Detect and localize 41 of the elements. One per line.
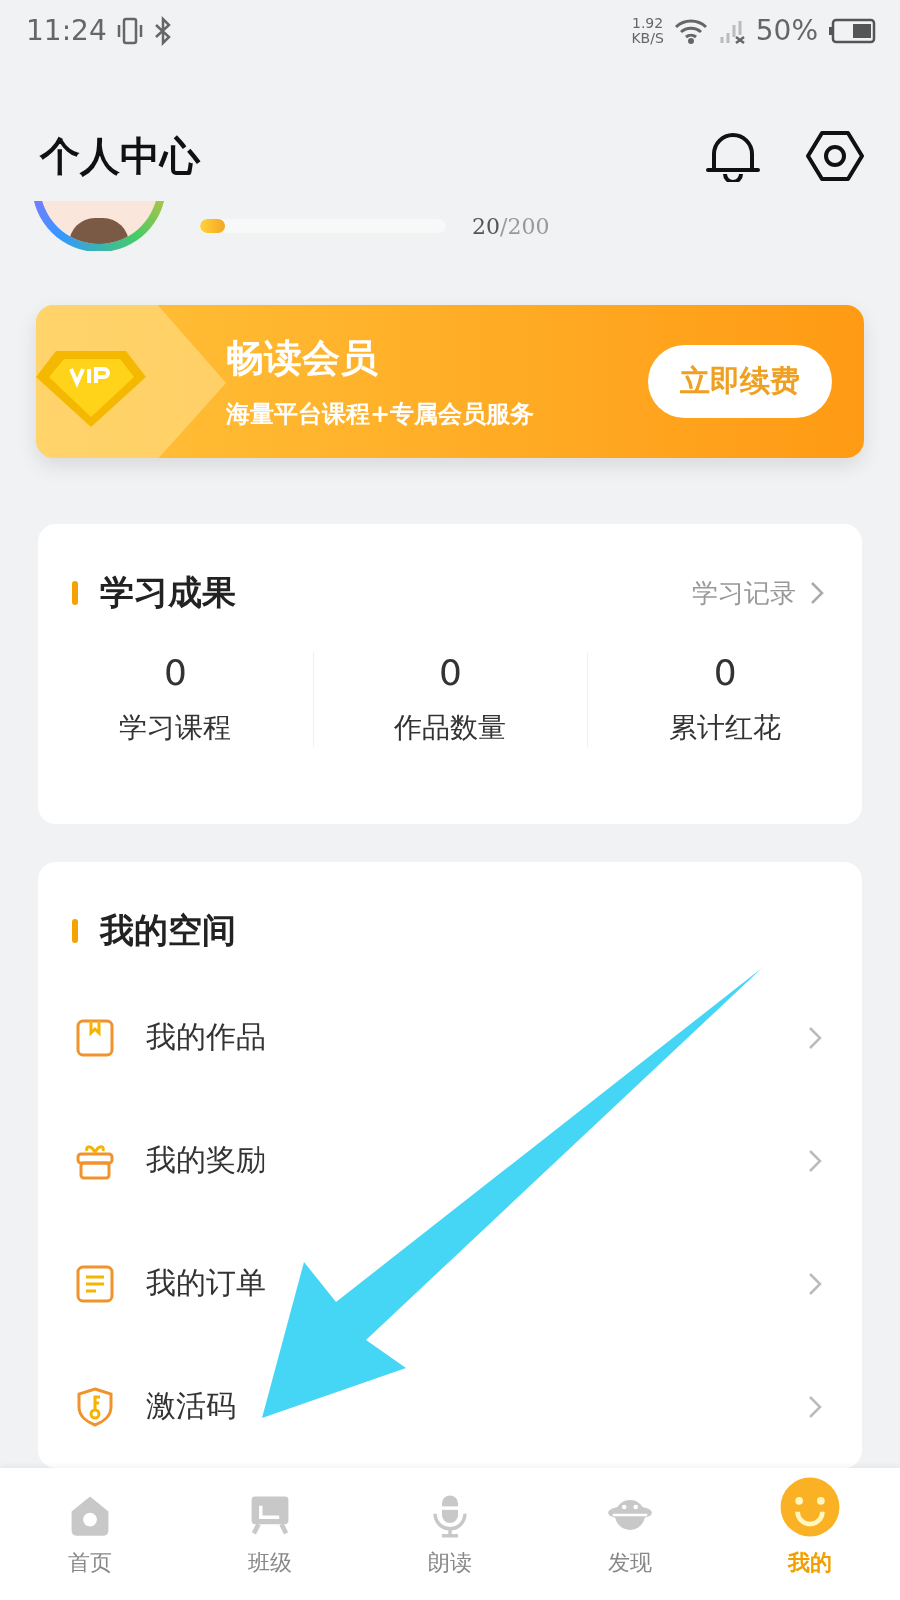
section-marker bbox=[72, 581, 78, 606]
smile-icon bbox=[779, 1476, 841, 1538]
stat-label: 作品数量 bbox=[394, 710, 507, 747]
stat-label: 累计红花 bbox=[669, 710, 782, 747]
status-time: 11:24 bbox=[26, 14, 107, 48]
nav-tab[interactable]: 班级 bbox=[180, 1468, 360, 1600]
chevron-icon bbox=[808, 1271, 822, 1296]
study-record-link[interactable]: 学习记录 bbox=[692, 575, 824, 611]
speed-unit: KB/S bbox=[631, 30, 664, 46]
nav-tab[interactable]: 我的 bbox=[720, 1468, 900, 1600]
bell-icon[interactable] bbox=[704, 130, 762, 183]
stat-label: 学习课程 bbox=[119, 710, 232, 747]
menu-item[interactable]: 我的奖励 bbox=[38, 1099, 862, 1222]
progress-text: 20/200 bbox=[472, 213, 550, 239]
nav-tab[interactable]: 发现 bbox=[540, 1468, 720, 1600]
renew-button[interactable]: 立即续费 bbox=[648, 345, 832, 419]
chevron-icon bbox=[808, 1025, 822, 1050]
section-title: 学习成果 bbox=[100, 571, 237, 615]
section-title: 我的空间 bbox=[100, 909, 237, 952]
vip-banner[interactable]: 畅读会员 海量平台课程+专属会员服务 立即续费 bbox=[36, 305, 864, 459]
nav-tab[interactable]: 首页 bbox=[0, 1468, 180, 1600]
vip-title: 畅读会员 bbox=[226, 334, 379, 383]
nav-tab[interactable]: 朗读 bbox=[360, 1468, 540, 1600]
chevron-icon bbox=[808, 1394, 822, 1419]
menu-item[interactable]: 我的作品 bbox=[38, 976, 862, 1099]
settings-icon[interactable] bbox=[806, 130, 864, 183]
stat-value: 0 bbox=[439, 652, 462, 694]
network-speed: 1.92 bbox=[632, 15, 664, 31]
vip-badge-icon bbox=[36, 305, 226, 459]
page-title: 个人中心 bbox=[40, 130, 202, 181]
battery-percent: 50% bbox=[755, 14, 818, 48]
menu-item[interactable]: 我的订单 bbox=[38, 1222, 862, 1345]
vibrate-icon bbox=[116, 15, 143, 46]
stat-value: 0 bbox=[713, 652, 737, 694]
vip-subtitle: 海量平台课程+专属会员服务 bbox=[226, 398, 536, 431]
battery-icon bbox=[828, 17, 876, 44]
menu-item[interactable]: 激活码 bbox=[38, 1345, 862, 1468]
chevron-icon bbox=[810, 581, 824, 606]
stat-value: 0 bbox=[163, 652, 187, 694]
chevron-icon bbox=[808, 1148, 822, 1173]
section-marker bbox=[72, 919, 78, 943]
